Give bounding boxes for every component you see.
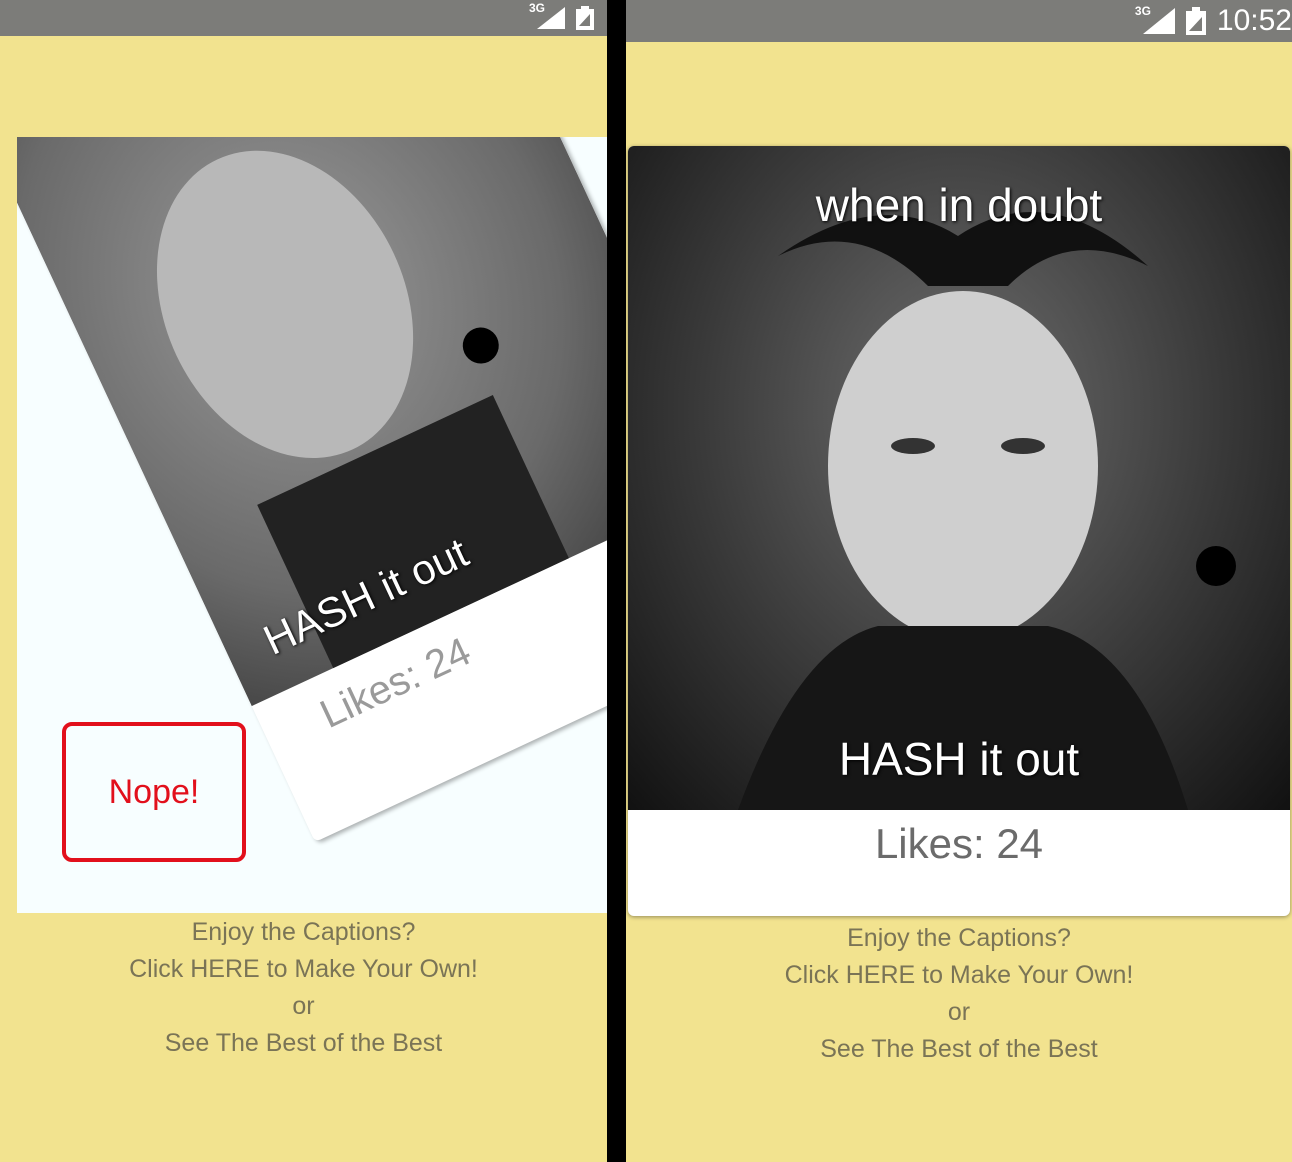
top-caption: when in doubt: [815, 179, 1103, 231]
network-type-label: 3G: [1134, 4, 1151, 18]
battery-icon: [1185, 7, 1206, 35]
card-photo: when in doubt HASH it out: [628, 146, 1290, 810]
likes-count: Likes: 24: [874, 820, 1044, 867]
screen-right: 3G 10:52 when in doubt HASH it out Likes…: [626, 0, 1292, 1162]
make-your-own-link[interactable]: Click HERE to Make Your Own!: [0, 951, 607, 988]
network-type-label: 3G: [528, 1, 545, 15]
caption-card[interactable]: when in doubt HASH it out Likes: 24: [628, 146, 1290, 916]
footer-left: Enjoy the Captions? Click HERE to Make Y…: [0, 914, 607, 1062]
nope-stamp: Nope!: [62, 722, 246, 862]
best-of-best-link[interactable]: See The Best of the Best: [0, 1025, 607, 1062]
clock: 10:52: [1216, 4, 1292, 37]
nope-label: Nope!: [108, 772, 200, 811]
or-text: or: [947, 998, 971, 1026]
battery-icon: [576, 6, 594, 30]
status-bar: 3G: [0, 0, 607, 36]
bottom-caption: HASH it out: [838, 733, 1080, 785]
make-your-own-link[interactable]: Click HERE to Make Your Own!: [626, 957, 1292, 994]
or-text: or: [292, 992, 315, 1020]
best-of-best-link[interactable]: See The Best of the Best: [626, 1031, 1292, 1068]
portrait-illustration: [738, 212, 1236, 810]
enjoy-text: Enjoy the Captions?: [847, 924, 1071, 952]
screen-left: 3G HASH it out Likes: 24 Nope! Enjoy the…: [0, 0, 607, 1162]
status-bar: 3G 10:52: [626, 0, 1292, 42]
footer-right: Enjoy the Captions? Click HERE to Make Y…: [626, 920, 1292, 1068]
enjoy-text: Enjoy the Captions?: [191, 918, 416, 946]
